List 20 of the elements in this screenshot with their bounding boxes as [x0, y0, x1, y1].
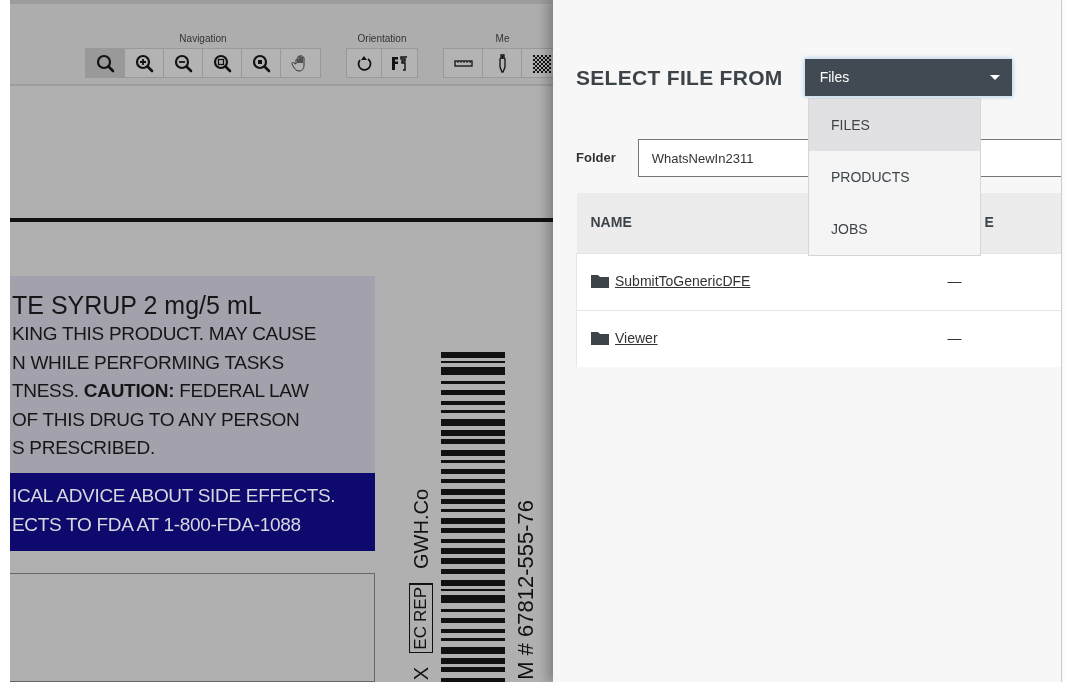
folder-label: Folder	[576, 149, 616, 168]
label-text-line: KING THIS PRODUCT. MAY CAUSE	[12, 322, 318, 346]
label-heading: TE SYRUP 2 mg/5 mL	[12, 290, 263, 320]
table-cell: —	[930, 253, 1061, 310]
panel-title: SELECT FILE FROM	[576, 64, 783, 91]
item-number: M # 67812-555-76	[513, 500, 539, 680]
ec-rep-text: EC	[410, 625, 431, 652]
label-text-line: N WHILE PERFORMING TASKS	[12, 350, 285, 375]
label-text-line: OF THIS DRUG TO ANY PERSON	[12, 407, 301, 432]
label-text-line: S PRESCRIBED.	[12, 436, 156, 460]
toolbar-group-label: Me	[495, 33, 510, 45]
toolbar-group-label: Orientation	[357, 33, 407, 45]
ec-rep-text: REP	[410, 584, 432, 625]
code-text: X	[409, 666, 433, 680]
warning-text-line: ICAL ADVICE ABOUT SIDE EFFECTS.	[12, 484, 337, 508]
table-cell: —	[930, 310, 1061, 367]
company-text: GWH.Co	[409, 489, 433, 570]
warning-text-line: ECTS TO FDA AT 1-800-FDA-1088	[12, 512, 302, 537]
toolbar-group-label: Navigation	[179, 33, 227, 45]
label-text-line: TNESS. CAUTION: FEDERAL LAW	[12, 379, 310, 403]
